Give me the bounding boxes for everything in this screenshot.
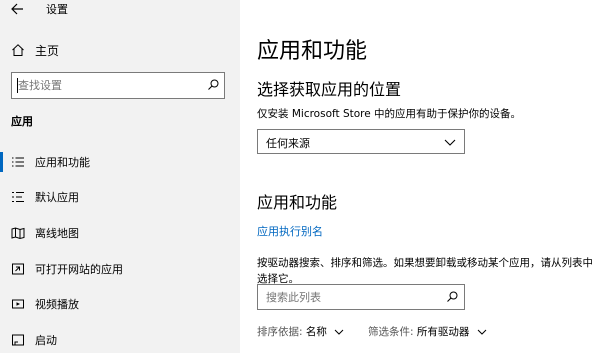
- app-list-search-input[interactable]: [266, 289, 436, 306]
- chevron-down-icon: [477, 329, 487, 335]
- app-list-search-box[interactable]: [257, 284, 465, 310]
- sidebar-item-label: 默认应用: [35, 191, 79, 204]
- sidebar-item-video-playback[interactable]: 视频播放: [0, 292, 240, 316]
- search-button[interactable]: [444, 289, 460, 306]
- back-button[interactable]: [9, 1, 27, 17]
- sidebar-item-home[interactable]: 主页: [0, 38, 240, 62]
- sidebar: 设置 主页 应用 应用和功能 默认应用 离: [0, 0, 240, 353]
- sidebar-item-label: 视频播放: [35, 298, 79, 311]
- main-content: 应用和功能 选择获取应用的位置 仅安装 Microsoft Store 中的应用…: [240, 0, 600, 353]
- settings-search-input[interactable]: [18, 77, 198, 94]
- sort-value: 名称: [305, 326, 327, 338]
- sidebar-item-label: 可打开网站的应用: [35, 263, 123, 276]
- search-icon: [447, 291, 458, 302]
- video-icon: [12, 299, 24, 309]
- sidebar-item-label: 主页: [35, 44, 60, 58]
- app-source-dropdown[interactable]: 任何来源: [257, 129, 465, 154]
- apps-section-heading: 应用和功能: [257, 193, 338, 212]
- active-indicator: [0, 152, 3, 172]
- search-button[interactable]: [205, 77, 221, 94]
- filter-label: 筛选条件:: [368, 326, 414, 338]
- search-icon: [208, 79, 219, 90]
- apps-description: 按驱动器搜索、排序和筛选。如果想要卸载或移动某个应用，请从列表中选择它。: [257, 257, 593, 285]
- sidebar-section-label: 应用: [11, 115, 33, 128]
- sidebar-item-default-apps[interactable]: 默认应用: [0, 185, 240, 209]
- back-arrow-icon: [11, 3, 23, 15]
- sort-label: 排序依据:: [257, 326, 303, 338]
- chevron-down-icon: [444, 139, 456, 146]
- source-description: 仅安装 Microsoft Store 中的应用有助于保护你的设备。: [257, 108, 522, 120]
- sidebar-item-apps-features[interactable]: 应用和功能: [0, 150, 240, 174]
- app-execution-alias-link[interactable]: 应用执行别名: [257, 223, 323, 239]
- filter-value: 所有驱动器: [416, 326, 470, 338]
- open-in-app-icon: [12, 263, 24, 275]
- filter-dropdown[interactable]: 筛选条件: 所有驱动器: [368, 324, 487, 340]
- home-icon: [12, 44, 24, 56]
- map-icon: [11, 227, 25, 240]
- sidebar-item-label: 离线地图: [35, 227, 79, 240]
- chevron-down-icon: [334, 329, 344, 335]
- window-title: 设置: [46, 3, 68, 16]
- startup-icon: [12, 334, 24, 346]
- page-title: 应用和功能: [257, 39, 368, 64]
- sidebar-item-label: 应用和功能: [35, 156, 90, 169]
- settings-search-box[interactable]: [11, 72, 225, 99]
- list-icon: [12, 157, 24, 167]
- sort-dropdown[interactable]: 排序依据: 名称: [257, 324, 344, 340]
- title-bar: 设置: [0, 0, 240, 20]
- sidebar-item-apps-for-websites[interactable]: 可打开网站的应用: [0, 257, 240, 281]
- sidebar-item-startup[interactable]: 启动: [0, 328, 240, 352]
- sidebar-item-offline-maps[interactable]: 离线地图: [0, 221, 240, 245]
- source-section-heading: 选择获取应用的位置: [257, 80, 402, 99]
- dropdown-value: 任何来源: [266, 137, 310, 150]
- sidebar-item-label: 启动: [35, 334, 57, 347]
- default-apps-icon: [12, 191, 24, 203]
